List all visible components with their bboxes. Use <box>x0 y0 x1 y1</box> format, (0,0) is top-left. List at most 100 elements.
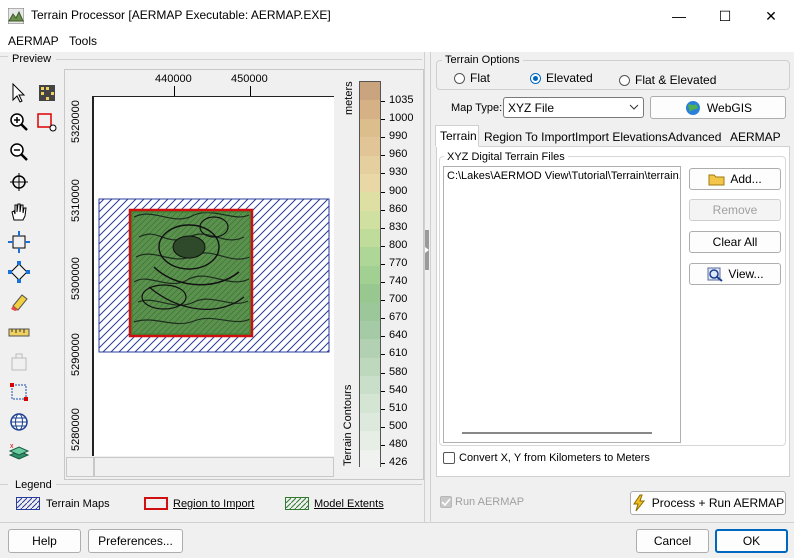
colorbar-tick <box>381 137 385 139</box>
add-file-button[interactable]: Add... <box>689 168 781 190</box>
colorbar-units: meters <box>343 81 355 115</box>
colorbar-segment <box>360 265 380 285</box>
colorbar-level-label: 1000 <box>389 112 414 125</box>
grid-select-icon[interactable] <box>34 80 60 106</box>
zoom-box-icon[interactable] <box>34 109 60 135</box>
terrain-colorbar <box>359 81 381 469</box>
colorbar-segment <box>360 173 380 193</box>
menu-aermap[interactable]: AERMAP <box>8 34 59 48</box>
colorbar-tick <box>381 318 385 320</box>
chevron-down-icon <box>629 104 639 110</box>
tab-aermap[interactable]: AERMAP <box>730 127 781 146</box>
zoom-in-icon[interactable] <box>6 109 32 135</box>
colorbar-level-label: 930 <box>389 166 408 179</box>
colorbar-tick <box>381 282 385 283</box>
legend-region-to-import: Region to Import <box>173 498 255 510</box>
colorbar-segment <box>360 118 380 138</box>
colorbar-level-label: 480 <box>389 437 408 450</box>
tab-region-to-import[interactable]: Region To Import <box>484 127 575 146</box>
colorbar-tick <box>381 263 385 265</box>
tab-terrain[interactable]: Terrain <box>435 125 479 147</box>
map-status-cell <box>66 457 94 477</box>
map-type-select[interactable]: XYZ File <box>503 97 644 118</box>
x-tick-label: 450000 <box>231 73 268 85</box>
colorbar-tick <box>381 336 385 338</box>
colorbar-level-label: 1035 <box>389 94 414 106</box>
convert-km-checkbox[interactable] <box>443 452 455 464</box>
legend-label: Legend <box>15 479 52 491</box>
run-aermap-checkbox[interactable] <box>440 496 452 508</box>
menu-bar: AERMAP Tools <box>0 32 794 52</box>
colorbar-segment <box>360 449 380 469</box>
colorbar-segment <box>360 394 380 414</box>
ruler-icon[interactable] <box>6 319 32 345</box>
colorbar-tick <box>381 390 385 392</box>
webgis-button[interactable]: WebGIS <box>650 96 786 119</box>
horizontal-scrollbar[interactable] <box>462 432 652 434</box>
colorbar-segment <box>360 339 380 359</box>
xyz-file-list[interactable]: C:\Lakes\AERMOD View\Tutorial\Terrain\te… <box>443 166 681 443</box>
colorbar-tick <box>381 408 385 410</box>
menu-tools[interactable]: Tools <box>69 34 97 48</box>
clear-all-button[interactable]: Clear All <box>689 231 781 253</box>
legend-model-extents: Model Extents <box>314 498 384 510</box>
colorbar-segment <box>360 82 380 101</box>
xyz-files-label: XYZ Digital Terrain Files <box>444 151 568 163</box>
colorbar-level-label: 580 <box>389 365 408 378</box>
window-title: Terrain Processor [AERMAP Executable: AE… <box>31 8 331 22</box>
layers-icon[interactable]: x <box>6 439 32 465</box>
tab-import-elevations[interactable]: Import Elevations <box>575 127 668 146</box>
preview-toolbar: x <box>4 78 60 468</box>
preferences-button[interactable]: Preferences... <box>88 529 183 553</box>
y-tick-label: 5280000 <box>70 408 82 451</box>
pan-hand-icon[interactable] <box>6 199 32 225</box>
colorbar-tick <box>381 191 385 193</box>
radio-elevated[interactable]: Elevated <box>530 71 593 85</box>
colorbar-level-label: 960 <box>389 148 408 161</box>
title-bar: Terrain Processor [AERMAP Executable: AE… <box>0 0 794 32</box>
map-status-bar <box>94 457 334 477</box>
building-icon <box>6 349 32 375</box>
folder-open-icon <box>708 174 725 186</box>
center-crosshair-icon[interactable] <box>6 169 32 195</box>
convert-km-label: Convert X, Y from Kilometers to Meters <box>459 452 650 464</box>
map-canvas[interactable] <box>92 96 334 456</box>
tab-advanced[interactable]: Advanced <box>668 127 721 146</box>
select-arrow-icon[interactable] <box>6 80 32 106</box>
colorbar-segment <box>360 210 380 230</box>
remove-file-button[interactable]: Remove <box>689 199 781 221</box>
eraser-icon[interactable] <box>6 289 32 315</box>
ok-button[interactable]: OK <box>715 529 788 553</box>
colorbar-level-label: 830 <box>389 220 408 233</box>
help-button[interactable]: Help <box>8 529 81 553</box>
close-button[interactable]: ✕ <box>748 0 794 32</box>
list-item[interactable]: C:\Lakes\AERMOD View\Tutorial\Terrain\te… <box>447 170 680 182</box>
process-run-aermap-button[interactable]: Process + Run AERMAP <box>630 491 786 515</box>
radio-flat-and-elevated[interactable]: Flat & Elevated <box>619 73 716 87</box>
colorbar-segment <box>360 412 380 432</box>
resize-region-icon[interactable] <box>6 259 32 285</box>
minimize-button[interactable]: — <box>656 0 702 32</box>
colorbar-level-label: 740 <box>389 275 408 287</box>
colorbar-segment <box>360 376 380 395</box>
colorbar-level-label: 990 <box>389 130 408 143</box>
colorbar-level-label: 700 <box>389 293 408 306</box>
colorbar-tick <box>381 209 385 211</box>
globe-icon[interactable] <box>6 409 32 435</box>
domain-box-icon[interactable] <box>6 379 32 405</box>
colorbar-level-label: 500 <box>389 419 408 432</box>
region-to-import-swatch <box>144 497 168 510</box>
colorbar-tick <box>381 426 385 428</box>
splitter-grip[interactable] <box>425 230 429 270</box>
view-file-button[interactable]: View... <box>689 263 781 285</box>
run-aermap-label: Run AERMAP <box>455 496 525 508</box>
zoom-out-icon[interactable] <box>6 139 32 165</box>
colorbar-segment <box>360 357 380 377</box>
expand-region-icon[interactable] <box>6 229 32 255</box>
colorbar-level-label: 510 <box>389 401 408 414</box>
cancel-button[interactable]: Cancel <box>636 529 709 553</box>
colorbar-tick <box>381 463 385 464</box>
maximize-button[interactable]: ☐ <box>702 0 748 32</box>
radio-flat[interactable]: Flat <box>454 71 490 85</box>
colorbar-tick <box>381 227 385 229</box>
